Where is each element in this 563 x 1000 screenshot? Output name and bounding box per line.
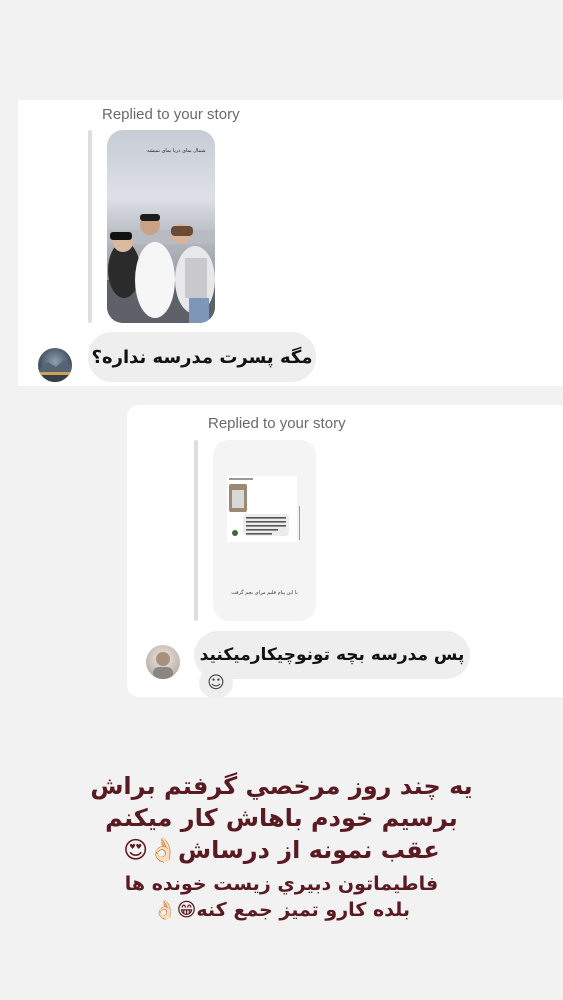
replied-to-story-label: Replied to your story xyxy=(102,106,240,123)
story-thumbnail[interactable]: شمال بمای دریا بمای نمیشه xyxy=(107,130,215,323)
avatar-person-image xyxy=(153,652,173,679)
story-caption-text: با این پیام قلبم مرای بچم گرفت xyxy=(231,590,298,596)
reply-message-card: Replied to your story با این پیام قلبم م… xyxy=(127,405,563,698)
story-photo xyxy=(107,214,215,323)
add-reaction-icon: ☺︎ xyxy=(207,673,225,693)
story-thumbnail[interactable]: با این پیام قلبم مرای بچم گرفت xyxy=(213,440,316,621)
message-bubble[interactable]: مگه پسرت مدرسه نداره؟ xyxy=(88,332,316,382)
reply-quote-bar xyxy=(88,130,92,323)
caption-line: یه چند روز مرخصي گرفتم براش xyxy=(90,772,473,800)
caption-line: فاطیماتون دبیري زیست خونده ها xyxy=(124,873,439,895)
message-bubble[interactable]: پس مدرسه بچه تونوچیکارمیکنید xyxy=(194,631,470,679)
caption-line: عقب نمونه از درساش👌🏻😍 xyxy=(123,836,440,864)
caption-line: برسیم خودم باهاش کار میکنم xyxy=(105,804,458,832)
add-reaction-button[interactable]: ☺︎ xyxy=(199,668,233,698)
caption-line: بلده کارو تمیز جمع کنه😁👌🏻 xyxy=(152,899,411,921)
sender-avatar[interactable] xyxy=(146,645,180,679)
reply-message-card: Replied to your story شمال بمای دریا بما… xyxy=(18,100,563,386)
avatar-landscape-image xyxy=(38,360,72,382)
sender-avatar[interactable] xyxy=(38,348,72,382)
reply-quote-bar xyxy=(194,440,198,621)
replied-to-story-label: Replied to your story xyxy=(208,415,346,432)
